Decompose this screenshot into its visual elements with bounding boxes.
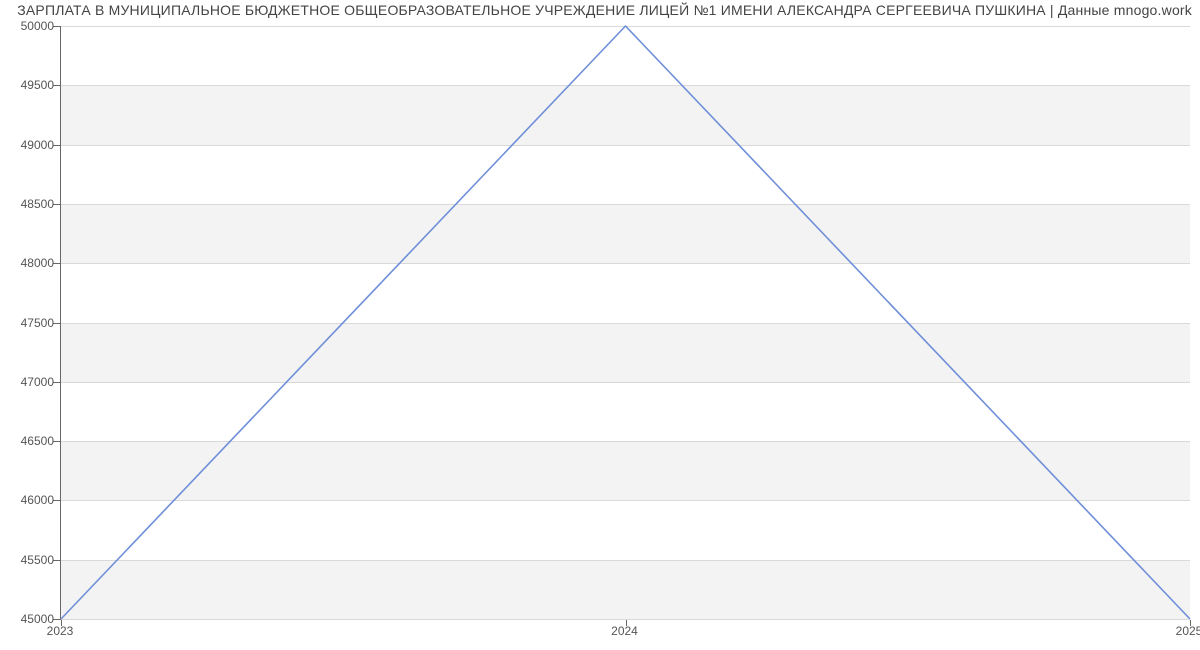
y-tick <box>53 619 60 620</box>
y-axis-label: 48500 <box>6 197 54 211</box>
y-axis-label: 46500 <box>6 434 54 448</box>
y-axis-label: 50000 <box>6 19 54 33</box>
y-tick <box>53 85 60 86</box>
chart-container: ЗАРПЛАТА В МУНИЦИПАЛЬНОЕ БЮДЖЕТНОЕ ОБЩЕО… <box>0 0 1200 650</box>
y-axis-label: 45500 <box>6 553 54 567</box>
y-axis-label: 47000 <box>6 375 54 389</box>
y-axis-label: 46000 <box>6 493 54 507</box>
y-tick <box>53 560 60 561</box>
x-axis-label: 2024 <box>611 624 638 638</box>
x-axis-label: 2023 <box>47 624 74 638</box>
y-tick <box>53 382 60 383</box>
y-tick <box>53 26 60 27</box>
y-axis-label: 47500 <box>6 316 54 330</box>
plot-area <box>60 26 1190 620</box>
line-series <box>61 26 1190 619</box>
y-axis-label: 49000 <box>6 138 54 152</box>
y-tick <box>53 145 60 146</box>
y-tick <box>53 323 60 324</box>
y-axis-label: 49500 <box>6 78 54 92</box>
x-axis-label: 2025 <box>1176 624 1200 638</box>
chart-title: ЗАРПЛАТА В МУНИЦИПАЛЬНОЕ БЮДЖЕТНОЕ ОБЩЕО… <box>8 2 1192 18</box>
y-axis-label: 48000 <box>6 256 54 270</box>
y-tick <box>53 204 60 205</box>
y-tick <box>53 500 60 501</box>
series-line <box>61 26 1190 619</box>
y-tick <box>53 441 60 442</box>
y-tick <box>53 263 60 264</box>
